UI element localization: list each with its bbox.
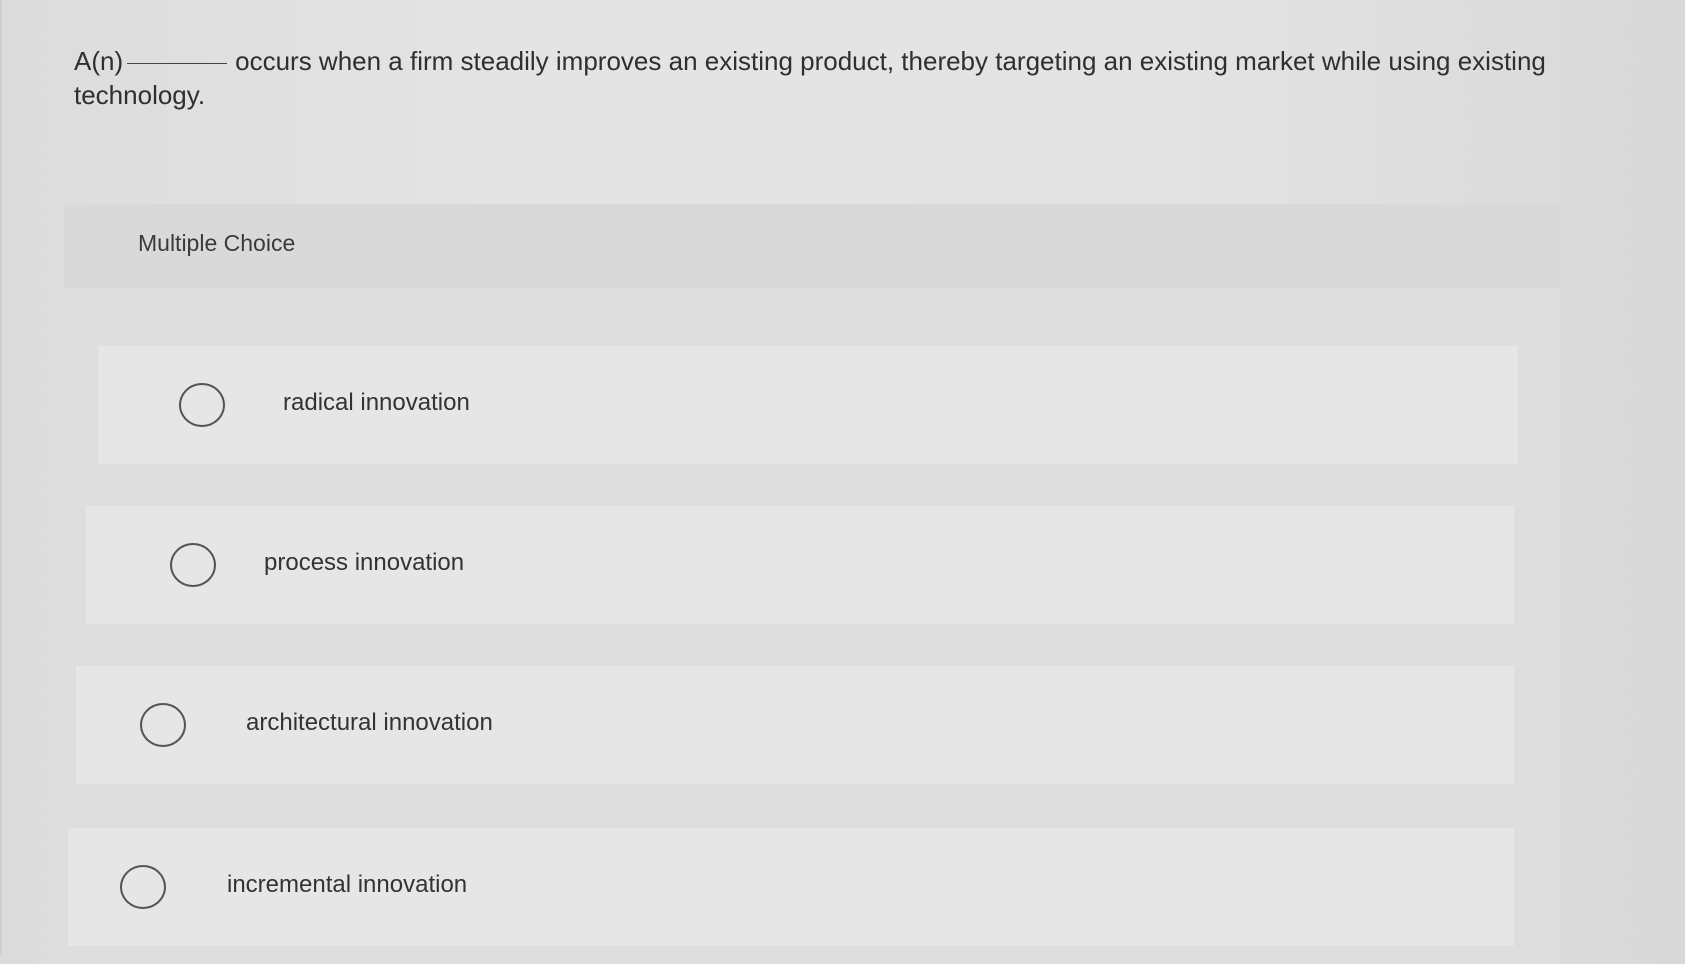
radio-button[interactable] (170, 543, 216, 587)
option-incremental-innovation[interactable]: incremental innovation (68, 828, 1514, 946)
option-label: architectural innovation (246, 709, 493, 736)
radio-button[interactable] (140, 703, 186, 747)
radio-button[interactable] (120, 865, 166, 909)
multiple-choice-label: Multiple Choice (138, 230, 296, 256)
radio-button[interactable] (179, 383, 225, 427)
multiple-choice-panel: Multiple Choice radical innovation proce… (64, 204, 1560, 964)
question-text: A(n) occurs when a firm steadily improves… (74, 44, 1554, 112)
question-prefix: A(n) (74, 46, 124, 76)
multiple-choice-header: Multiple Choice (64, 204, 1560, 288)
option-architectural-innovation[interactable]: architectural innovation (76, 666, 1514, 784)
option-process-innovation[interactable]: process innovation (86, 506, 1514, 624)
option-label: radical innovation (283, 389, 470, 416)
option-label: process innovation (264, 549, 465, 576)
option-radical-innovation[interactable]: radical innovation (98, 346, 1518, 464)
question-suffix: occurs when a firm steadily improves an … (74, 46, 1546, 110)
option-label: incremental innovation (227, 871, 468, 898)
answer-blank (127, 61, 228, 64)
